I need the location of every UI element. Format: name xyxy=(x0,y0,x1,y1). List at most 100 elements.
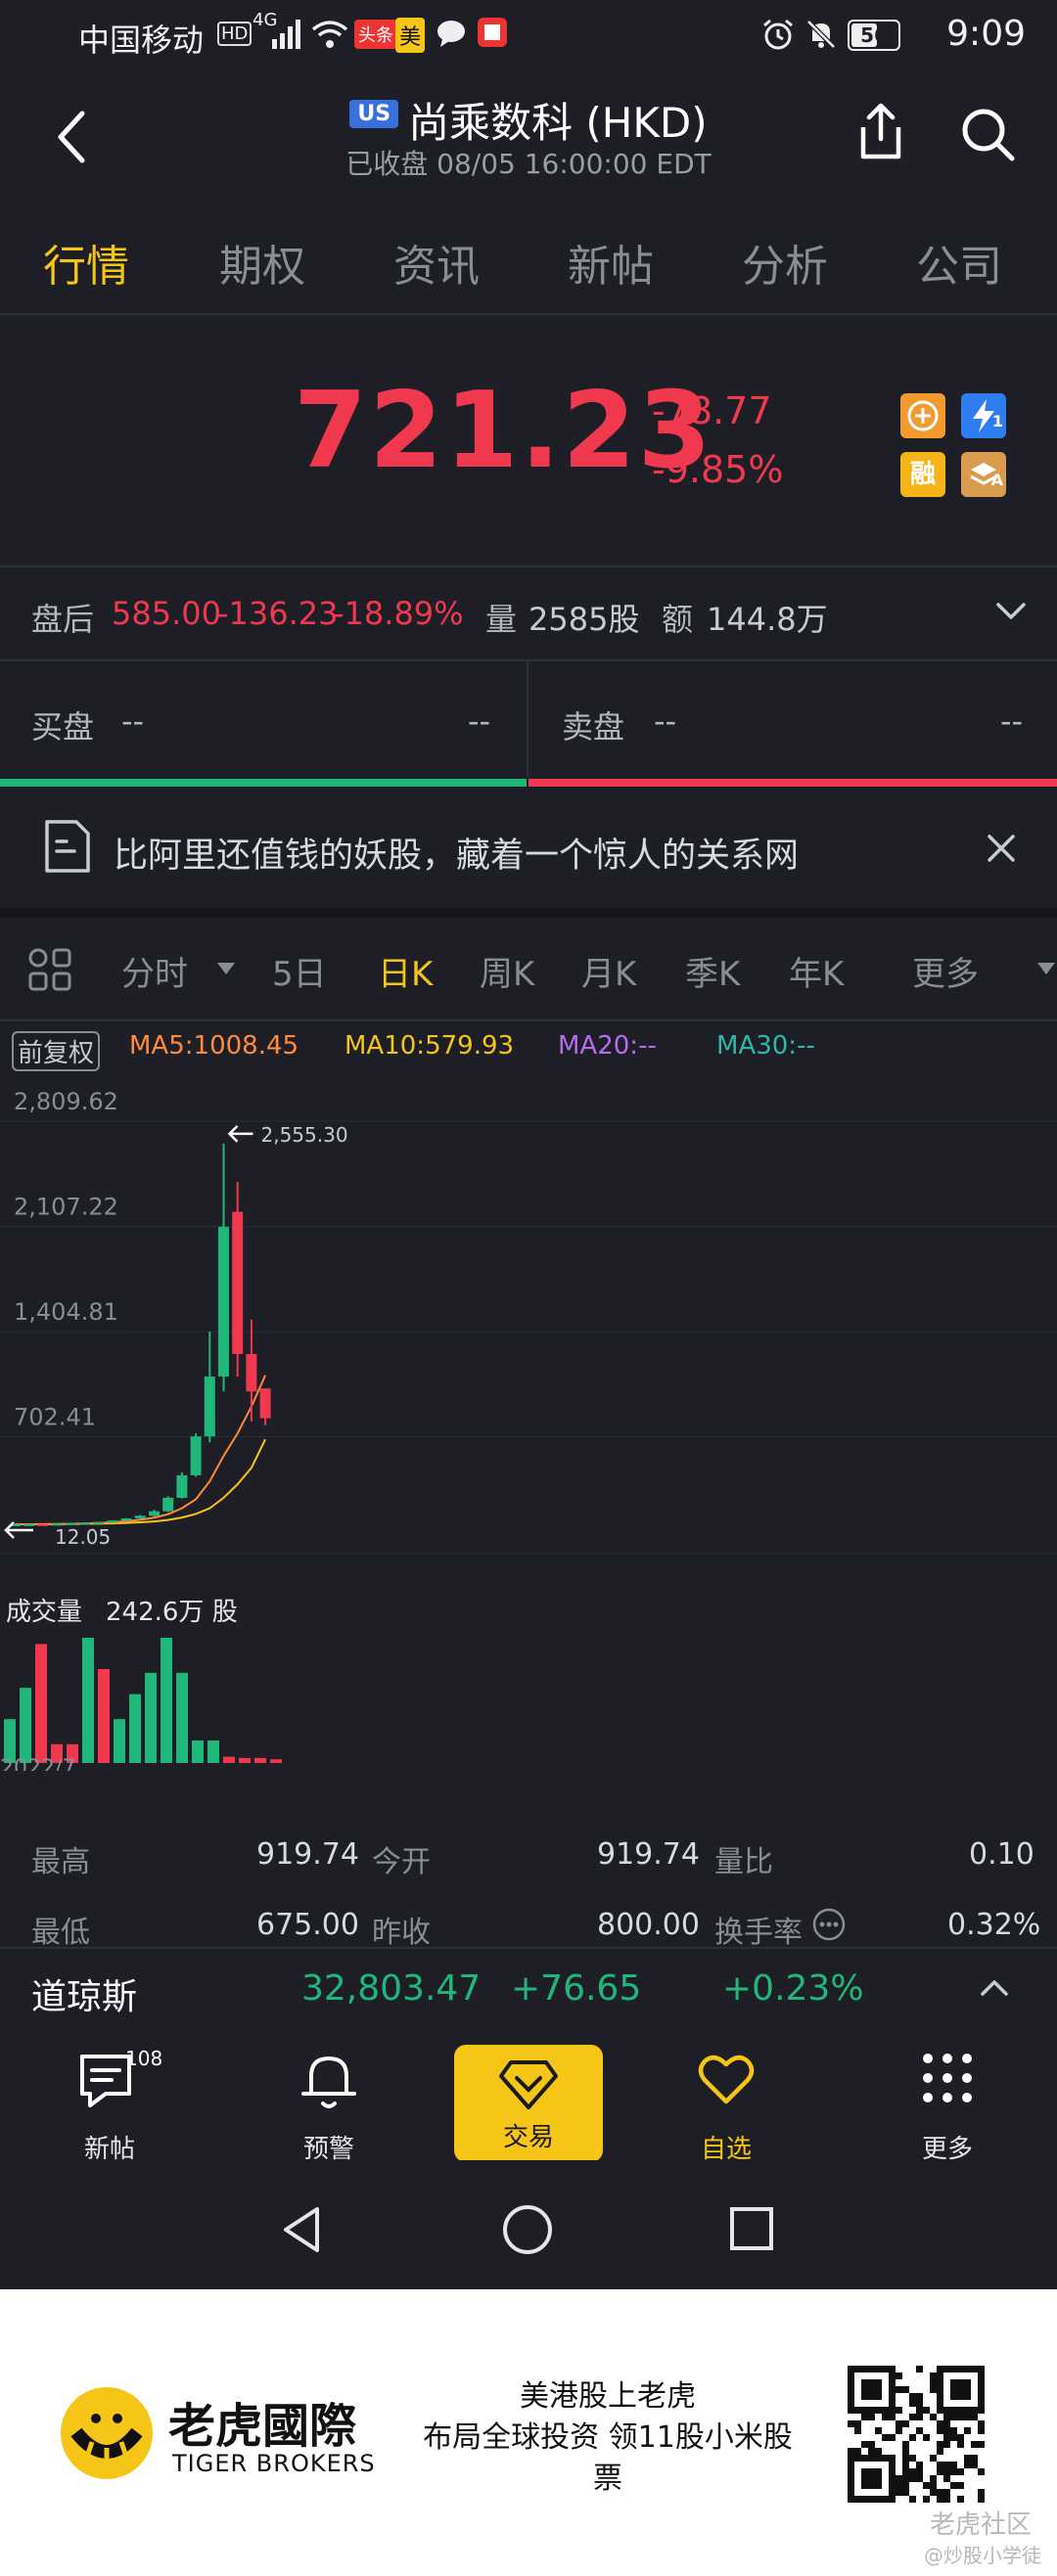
candle-body xyxy=(218,1226,229,1377)
amount-label: 额 xyxy=(662,601,694,638)
bid-size: -- xyxy=(468,702,491,740)
posts-count-badge: 108 xyxy=(125,2047,163,2070)
nav-more[interactable]: 更多 xyxy=(869,2033,1026,2164)
volume-title: 成交量 xyxy=(6,1598,82,1627)
chevron-up-icon[interactable] xyxy=(979,1978,1010,1998)
candle-body xyxy=(120,1518,132,1521)
tab-weekly-k[interactable]: 周K xyxy=(480,947,534,995)
volume-bar xyxy=(145,1672,157,1763)
stat-prev-close-value: 800.00 xyxy=(597,1908,700,1942)
volume-bar xyxy=(207,1740,219,1763)
divider xyxy=(0,1019,1057,1021)
system-back-icon[interactable] xyxy=(280,2205,323,2254)
volume-bar xyxy=(114,1719,125,1763)
alarm-icon xyxy=(763,19,793,50)
bottom-nav: 108 新帖 预警 交易 自选 更多 xyxy=(0,2033,1057,2164)
tab-more[interactable]: 更多 xyxy=(912,947,979,995)
nav-watchlist[interactable]: 自选 xyxy=(648,2033,804,2164)
volume-bar xyxy=(254,1757,266,1763)
tab-posts[interactable]: 新帖 xyxy=(568,231,654,294)
price-change-pct: -9.85% xyxy=(652,448,784,491)
watermark-community: 老虎社区 xyxy=(930,2510,1033,2540)
candle-body xyxy=(204,1376,215,1437)
document-icon xyxy=(45,820,90,873)
tab-options[interactable]: 期权 xyxy=(219,231,305,294)
tab-quarterly-k[interactable]: 季K xyxy=(685,947,740,995)
after-hours-change: -136.23 xyxy=(217,595,339,632)
qr-code[interactable] xyxy=(848,2366,985,2503)
hd-badge: HD xyxy=(217,22,253,46)
stat-prev-close-label: 昨收 xyxy=(372,1916,431,1950)
lightning-icon[interactable]: 1 xyxy=(961,393,1006,438)
close-icon[interactable] xyxy=(987,834,1016,863)
share-icon[interactable] xyxy=(853,102,908,162)
bid-label: 买盘 xyxy=(31,708,95,746)
mute-bell-icon xyxy=(806,20,836,49)
ad-brand-cn: 老虎國際 xyxy=(168,2399,357,2454)
tab-5day[interactable]: 5日 xyxy=(272,947,327,995)
system-recents-icon[interactable] xyxy=(728,2205,775,2252)
volume-bar xyxy=(239,1757,251,1763)
y-tick-label: 2,809.62 xyxy=(14,1088,118,1115)
nav-alert[interactable]: 预警 xyxy=(251,2033,407,2164)
more-info-icon[interactable] xyxy=(812,1908,846,1941)
tab-monthly-k[interactable]: 月K xyxy=(581,947,636,995)
status-bar: 中国移动 HD 4G 头条 美 56 9:09 xyxy=(0,0,1057,70)
margin-badge[interactable]: 融 xyxy=(900,452,945,497)
y-tick-label: 702.41 xyxy=(14,1403,96,1430)
banner-headline[interactable]: 比阿里还值钱的妖股，藏着一个惊人的关系网 xyxy=(114,828,799,878)
bell-icon xyxy=(301,2056,356,2108)
ma10-line xyxy=(15,1438,266,1526)
toutiao-app-icon: 头条 xyxy=(354,20,397,49)
candlestick-chart[interactable]: 2,809.62 2,107.22 1,404.81 702.41 2,555.30 12… xyxy=(0,1066,1057,1771)
stat-turnover-label: 换手率 xyxy=(714,1916,803,1950)
bid-price: -- xyxy=(121,702,145,740)
grid-layout-icon[interactable] xyxy=(27,947,72,992)
system-home-icon[interactable] xyxy=(501,2203,554,2256)
index-change: +76.65 xyxy=(511,1968,642,2009)
ma5-line xyxy=(15,1375,267,1526)
ask-strength-bar xyxy=(528,779,1057,787)
ad-line-1: 美港股上老虎 xyxy=(520,2379,696,2414)
short-sell-icon[interactable] xyxy=(900,393,945,438)
ad-line-2: 布局全球投资 领11股小米股 xyxy=(423,2420,793,2455)
nav-posts[interactable]: 108 新帖 xyxy=(31,2033,188,2164)
ma20-value: MA20:-- xyxy=(558,1031,657,1061)
wifi-icon xyxy=(311,21,348,48)
caret-down-icon[interactable] xyxy=(1037,963,1055,974)
battery-icon: 56 xyxy=(848,20,900,51)
index-ticker-bar[interactable]: 道琼斯 32,803.47 +76.65 +0.23% xyxy=(0,1947,1057,2031)
ad-banner[interactable]: 老虎國際 TIGER BROKERS 美港股上老虎 布局全球投资 领11股小米股… xyxy=(0,2289,1057,2576)
tab-company[interactable]: 公司 xyxy=(916,231,1002,294)
news-banner[interactable]: 比阿里还值钱的妖股，藏着一个惊人的关系网 xyxy=(0,789,1057,906)
after-hours-amount: 144.8万 xyxy=(707,601,828,638)
after-hours-row[interactable]: 盘后 585.00 -136.23 -18.89% 量 2585股 额 144.… xyxy=(0,567,1057,657)
search-icon[interactable] xyxy=(959,106,1016,162)
candle-body xyxy=(162,1497,174,1512)
chevron-down-icon[interactable] xyxy=(994,601,1028,622)
bid-strength-bar xyxy=(0,779,527,787)
caret-down-icon[interactable] xyxy=(217,963,235,974)
nav-trade-label: 交易 xyxy=(502,2123,554,2152)
stat-high-label: 最高 xyxy=(31,1845,90,1879)
volume-bar xyxy=(129,1694,141,1763)
ad-line-3: 票 xyxy=(593,2462,622,2496)
layers-icon[interactable]: A xyxy=(961,452,1006,497)
stat-low-label: 最低 xyxy=(31,1916,90,1950)
ma10-value: MA10:579.93 xyxy=(345,1031,515,1061)
tab-daily-k[interactable]: 日K xyxy=(378,947,433,995)
app-screen: 中国移动 HD 4G 头条 美 56 9:09 US 尚乘数科 (HKD) 已收… xyxy=(0,0,1057,2289)
tab-yearly-k[interactable]: 年K xyxy=(789,947,844,995)
y-tick-label: 1,404.81 xyxy=(14,1298,118,1326)
carrier-label: 中国移动 xyxy=(78,22,205,59)
ask-label: 卖盘 xyxy=(562,708,625,746)
nav-trade[interactable]: 交易 xyxy=(454,2045,603,2162)
tab-analysis[interactable]: 分析 xyxy=(742,231,828,294)
tab-intraday[interactable]: 分时 xyxy=(121,947,188,995)
tab-quote[interactable]: 行情 xyxy=(43,231,129,294)
price-adjust-button[interactable]: 前复权 xyxy=(12,1031,101,1071)
volume-bar xyxy=(161,1638,172,1763)
bid-ask-divider xyxy=(527,661,528,777)
tab-news[interactable]: 资讯 xyxy=(393,231,480,294)
ask-price: -- xyxy=(654,702,677,740)
